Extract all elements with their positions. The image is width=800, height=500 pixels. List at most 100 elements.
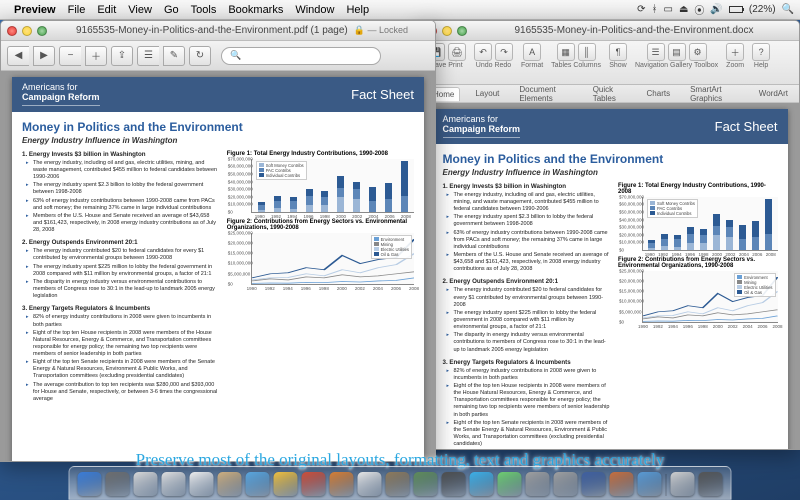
menu-edit[interactable]: Edit <box>97 4 116 16</box>
word-page: Americans for Campaign Reform Fact Sheet… <box>433 109 788 449</box>
zoom-in-button[interactable]: ＋ <box>726 43 744 61</box>
group-help: Help <box>754 62 768 69</box>
app-menu[interactable]: Preview <box>14 4 56 16</box>
search-input[interactable] <box>221 47 381 65</box>
dock-item[interactable] <box>554 472 578 496</box>
bullet: 82% of energy industry contributions in … <box>449 368 610 382</box>
spotlight-icon[interactable]: 🔍 <box>782 4 794 15</box>
menu-window[interactable]: Window <box>295 4 334 16</box>
volume-icon: 🔊 <box>710 4 722 15</box>
menu-go[interactable]: Go <box>164 4 179 16</box>
sidebar-button[interactable]: ☰ <box>137 46 159 66</box>
dock-item[interactable] <box>610 472 634 496</box>
show-button[interactable]: ¶ <box>609 43 627 61</box>
word-window-title: 9165535-Money-in-Politics-and-the-Enviro… <box>514 25 753 36</box>
bluetooth-icon: ᚼ <box>652 4 658 15</box>
dock-item[interactable] <box>470 472 494 496</box>
dock-item[interactable] <box>302 472 326 496</box>
minimize-button[interactable] <box>442 26 452 36</box>
next-page-button[interactable]: ▶ <box>33 46 55 66</box>
help-button[interactable]: ? <box>752 43 770 61</box>
dock-item[interactable] <box>218 472 242 496</box>
nav-button[interactable]: ☰ <box>647 43 665 61</box>
bullet: The energy industry spent $225 million t… <box>449 310 610 331</box>
bullet: The average contribution to top ten reci… <box>28 382 219 403</box>
menu-tools[interactable]: Tools <box>191 4 217 16</box>
menu-bookmarks[interactable]: Bookmarks <box>228 4 283 16</box>
dock-item[interactable] <box>442 472 466 496</box>
zoom-button[interactable] <box>37 26 47 36</box>
tab-doc-elements[interactable]: Document Elements <box>514 83 577 105</box>
preview-traffic-lights[interactable] <box>7 26 47 36</box>
minimize-button[interactable] <box>22 26 32 36</box>
redo-button[interactable]: ↷ <box>495 43 513 61</box>
close-button[interactable] <box>7 26 17 36</box>
rotate-button[interactable]: ↻ <box>189 46 211 66</box>
dock-item[interactable] <box>246 472 270 496</box>
zoom-button[interactable] <box>457 26 467 36</box>
dock-item[interactable] <box>78 472 102 496</box>
preview-window-title: 9165535-Money-in-Politics-and-the-Enviro… <box>76 25 348 36</box>
word-toolbar[interactable]: 💾🖨Save Print ↶↷Undo Redo AFormat ▦║Table… <box>421 41 799 85</box>
bullet: Eight of the top ten House recipients in… <box>28 330 219 359</box>
format-button[interactable]: A <box>523 43 541 61</box>
word-window[interactable]: 9165535-Money-in-Politics-and-the-Enviro… <box>420 20 800 450</box>
group-zoom: Zoom <box>726 62 744 69</box>
dock-item[interactable] <box>498 472 522 496</box>
figure1-chart: $0$10,000,000$20,000,000$30,000,000$40,0… <box>251 159 414 213</box>
preview-toolbar[interactable]: ◀ ▶ − ＋ ⇪ ☰ ✎ ↻ <box>1 41 435 71</box>
factsheet-tag: Fact Sheet <box>351 87 414 102</box>
menu-file[interactable]: File <box>68 4 86 16</box>
preview-titlebar[interactable]: 9165535-Money-in-Politics-and-the-Enviro… <box>1 21 435 41</box>
tab-layout[interactable]: Layout <box>470 87 504 100</box>
word-ribbon-tabs[interactable]: Home Layout Document Elements Quick Tabl… <box>421 85 799 103</box>
dock-item[interactable] <box>358 472 382 496</box>
mac-menubar[interactable]: Preview File Edit View Go Tools Bookmark… <box>0 0 800 20</box>
word-doc-area[interactable]: Americans for Campaign Reform Fact Sheet… <box>421 103 799 449</box>
menu-view[interactable]: View <box>128 4 152 16</box>
columns-button[interactable]: ║ <box>578 43 596 61</box>
dock-item[interactable] <box>190 472 214 496</box>
factsheet-subtitle: Energy Industry Influence in Washington <box>443 168 778 177</box>
toolbox-button[interactable]: ⚙ <box>689 43 707 61</box>
preview-window[interactable]: 9165535-Money-in-Politics-and-the-Enviro… <box>0 20 436 462</box>
tables-button[interactable]: ▦ <box>557 43 575 61</box>
dock-item[interactable] <box>638 472 662 496</box>
dock-item[interactable] <box>699 472 723 496</box>
undo-button[interactable]: ↶ <box>474 43 492 61</box>
zoom-out-button[interactable]: − <box>59 46 81 66</box>
sync-icon: ⟳ <box>637 4 645 15</box>
prev-page-button[interactable]: ◀ <box>7 46 29 66</box>
word-titlebar[interactable]: 9165535-Money-in-Politics-and-the-Enviro… <box>421 21 799 41</box>
markup-button[interactable]: ✎ <box>163 46 185 66</box>
figure1-title: Figure 1: Total Energy Industry Contribu… <box>227 151 414 157</box>
dock-item[interactable] <box>671 472 695 496</box>
zoom-in-button[interactable]: ＋ <box>85 46 107 66</box>
bullet: The energy industry spent $2.3 billion t… <box>28 182 219 196</box>
dock-item[interactable] <box>106 472 130 496</box>
dock-item[interactable] <box>582 472 606 496</box>
figure2-title: Figure 2: Contributions from Energy Sect… <box>227 219 414 231</box>
group-nav: Navigation Gallery Toolbox <box>635 62 718 69</box>
dock-item[interactable] <box>134 472 158 496</box>
tab-smartart[interactable]: SmartArt Graphics <box>685 83 744 105</box>
share-button[interactable]: ⇪ <box>111 46 133 66</box>
tab-quick-tables[interactable]: Quick Tables <box>588 83 632 105</box>
lock-icon: 🔒 <box>354 25 365 35</box>
dock-item[interactable] <box>274 472 298 496</box>
battery-icon <box>729 6 743 13</box>
print-button[interactable]: 🖨 <box>448 43 466 61</box>
figure1-chart: $0$10,000,000$20,000,000$30,000,000$40,0… <box>642 197 778 251</box>
gallery-button[interactable]: ▤ <box>668 43 686 61</box>
menu-help[interactable]: Help <box>346 4 369 16</box>
tab-charts[interactable]: Charts <box>642 87 676 100</box>
dock-item[interactable] <box>526 472 550 496</box>
dock-item[interactable] <box>386 472 410 496</box>
preview-doc-area[interactable]: Americans for Campaign Reform Fact Sheet… <box>1 71 435 461</box>
bullet: 63% of energy industry contributions bet… <box>449 230 610 251</box>
dock-item[interactable] <box>162 472 186 496</box>
tab-wordart[interactable]: WordArt <box>754 87 793 100</box>
dock[interactable] <box>69 466 732 500</box>
dock-item[interactable] <box>330 472 354 496</box>
dock-item[interactable] <box>414 472 438 496</box>
